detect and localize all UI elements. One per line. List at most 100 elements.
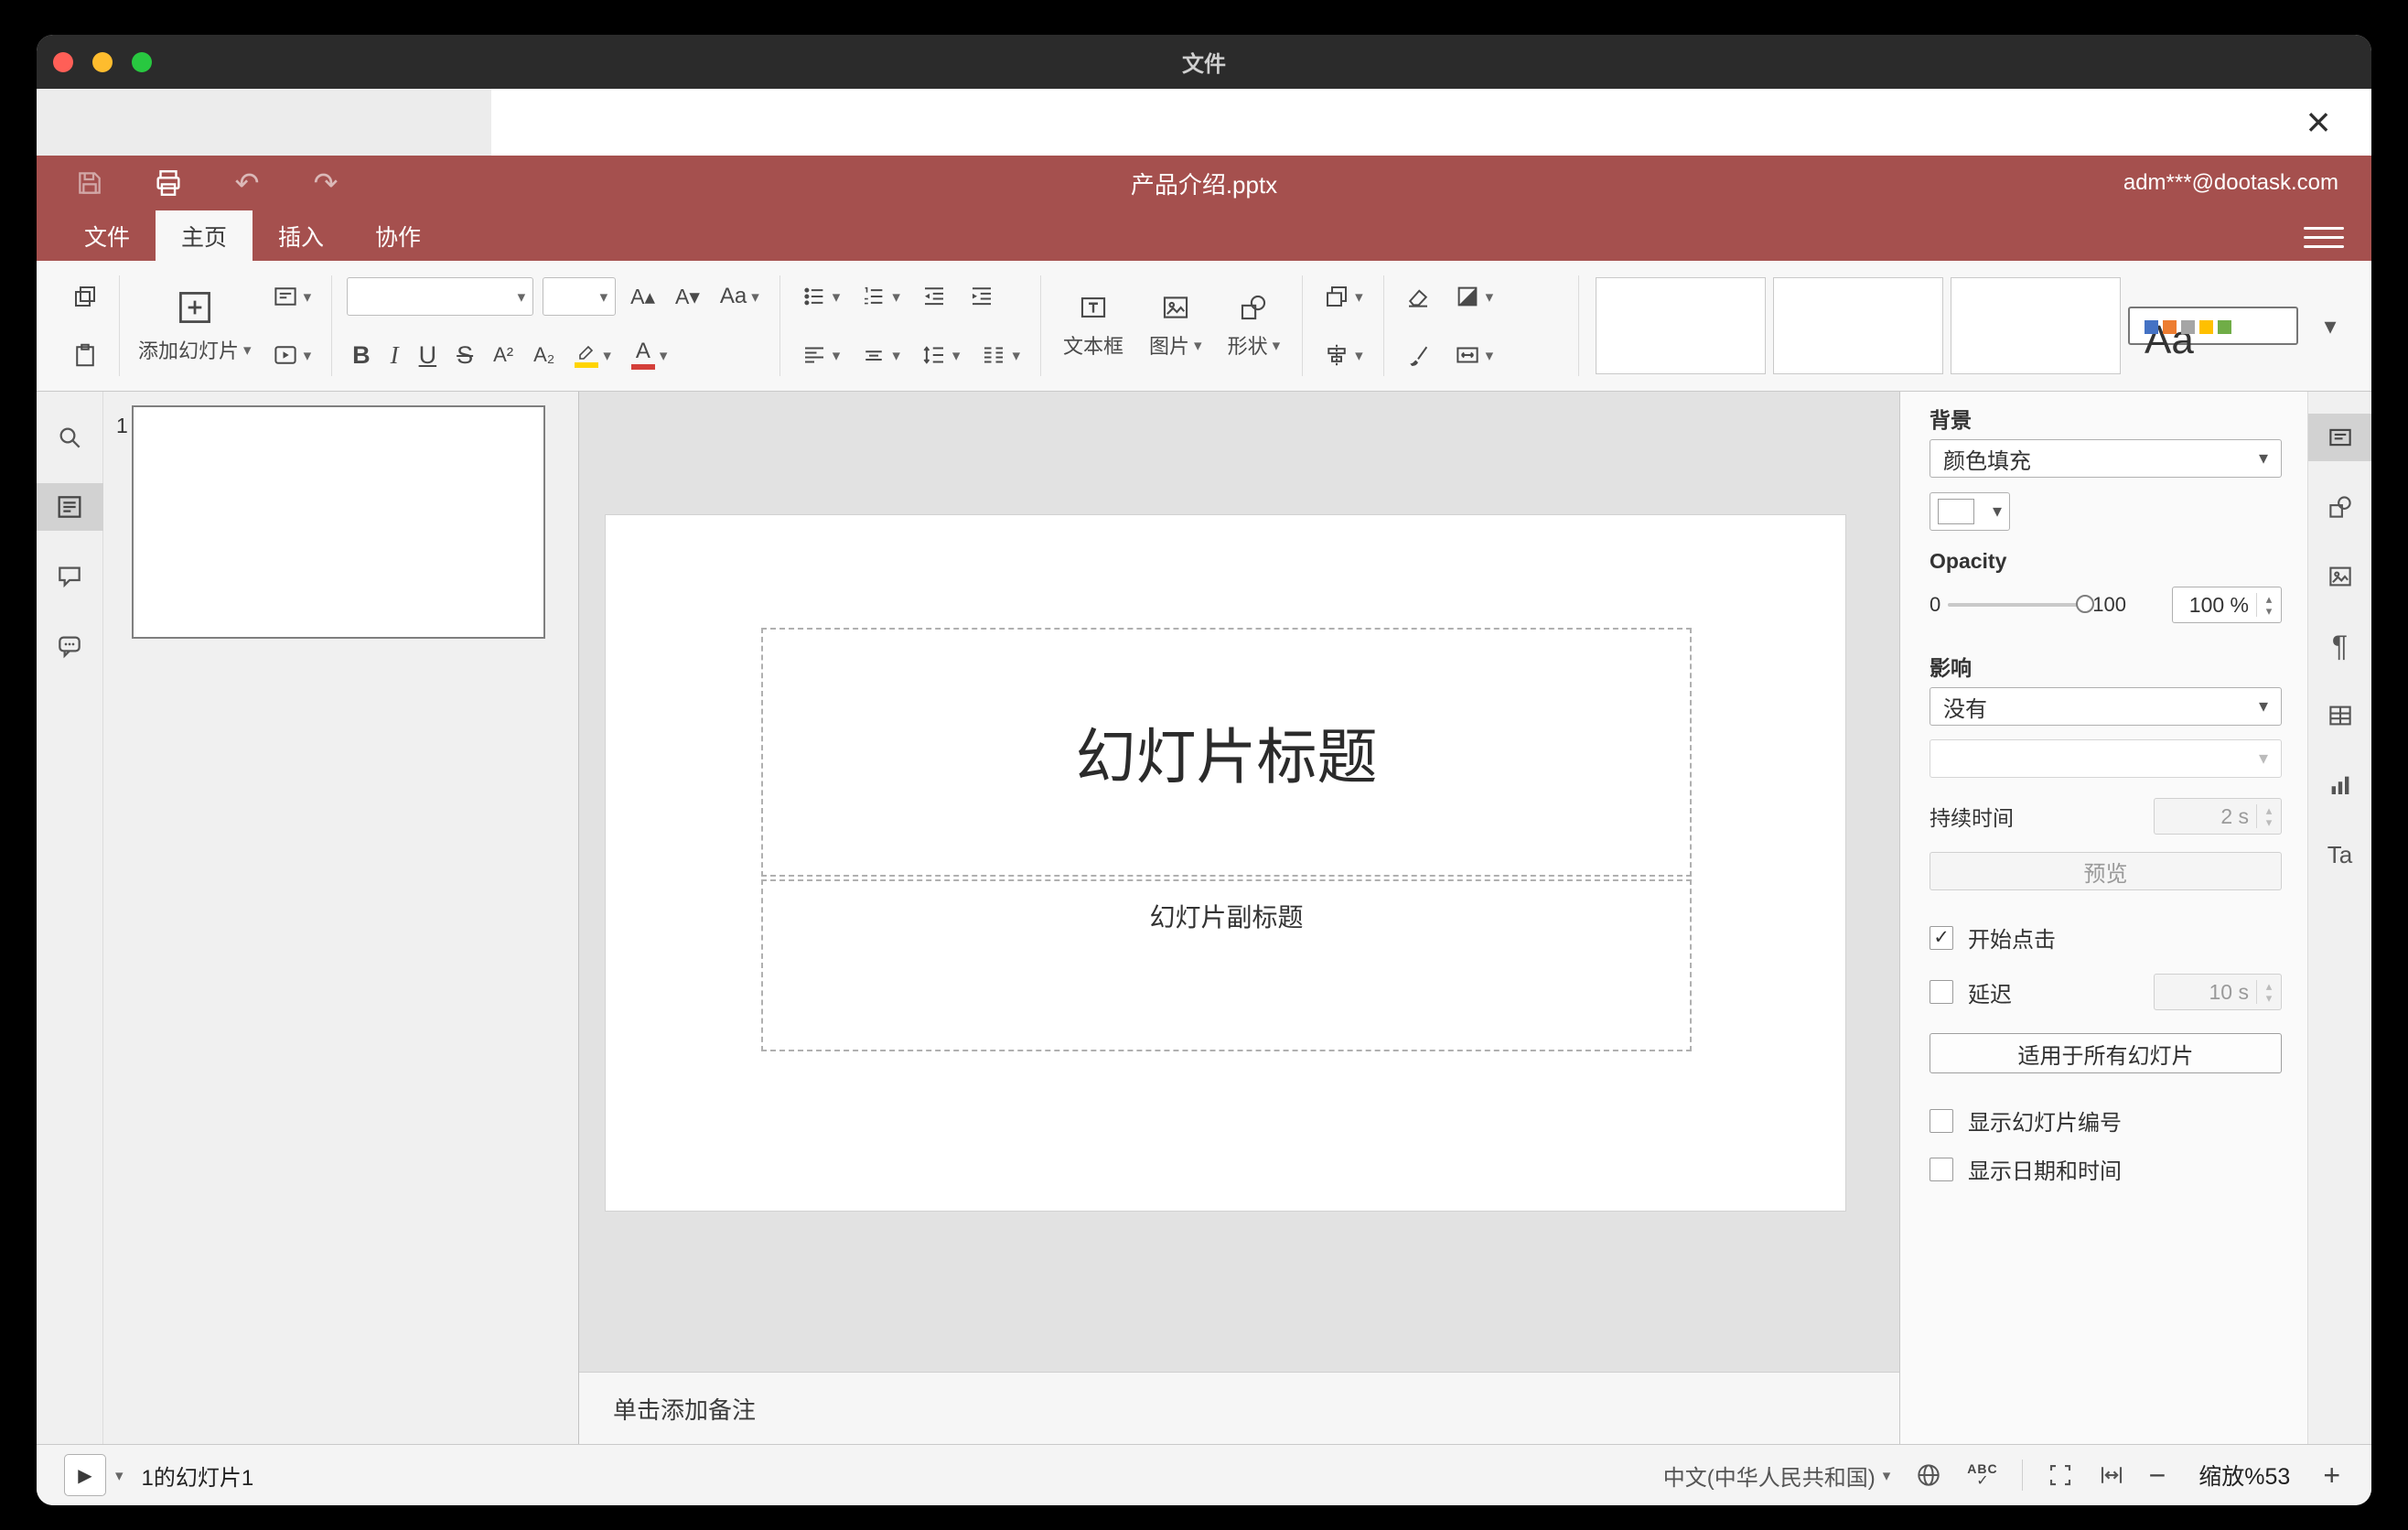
textart-settings-icon[interactable]: Ta (2308, 831, 2372, 878)
fit-to-slide-icon[interactable] (2047, 1461, 2074, 1489)
show-slide-number-checkbox[interactable] (1930, 1108, 1953, 1133)
underline-icon[interactable]: U (414, 339, 443, 372)
paste-icon[interactable] (66, 338, 104, 372)
show-date-time-checkbox[interactable] (1930, 1157, 1953, 1181)
opacity-row: 0 100 100 % ▴ ▾ (1930, 587, 2282, 623)
change-case-icon[interactable]: Aa ▾ (715, 282, 765, 311)
clear-style-icon[interactable] (1399, 279, 1437, 314)
paragraph-group: ▾ ▾ ▾ ▾ ▾ ▾ (790, 261, 1031, 391)
start-preview-icon[interactable]: ▶ (64, 1454, 106, 1496)
opacity-slider[interactable] (1948, 595, 2095, 613)
slides-panel-icon[interactable] (37, 483, 103, 531)
bullet-list-icon[interactable]: ▾ (795, 279, 846, 314)
insert-image-button[interactable]: 图片 ▾ (1136, 261, 1215, 391)
zoom-out-icon[interactable]: − (2149, 1460, 2166, 1490)
insert-textbox-button[interactable]: 文本框 (1050, 261, 1136, 391)
menu-icon[interactable] (2304, 221, 2344, 253)
app-window: 文件 × ↶ ↷ 产品介绍.pptx adm***@dootask.com 文件… (37, 35, 2371, 1505)
slide-layout-icon[interactable]: ▾ (266, 279, 317, 314)
fit-to-width-icon[interactable] (2098, 1461, 2125, 1489)
notes-area[interactable]: 单击添加备注 (579, 1372, 1899, 1444)
document-title: 产品介绍.pptx (1130, 170, 1278, 199)
highlight-color-icon[interactable]: ▾ (569, 339, 617, 372)
font-color-icon[interactable]: A ▾ (626, 337, 673, 373)
slide-editing-area[interactable]: 幻灯片标题 幻灯片副标题 (605, 514, 1846, 1212)
decrease-indent-icon[interactable] (915, 279, 953, 314)
tab-insert[interactable]: 插入 (253, 210, 349, 261)
horizontal-align-icon[interactable]: ▾ (795, 338, 846, 372)
chevron-down-icon: ▾ (1882, 1466, 1891, 1484)
align-shapes-icon[interactable]: ▾ (1317, 338, 1369, 372)
apply-to-all-button[interactable]: 适用于所有幻灯片 (1930, 1033, 2282, 1073)
copy-icon[interactable] (66, 279, 104, 314)
slide-settings-icon[interactable] (2307, 414, 2371, 461)
font-size-combo[interactable]: ▾ (543, 277, 617, 316)
opacity-input[interactable]: 100 % ▴ ▾ (2172, 587, 2282, 623)
start-slideshow-icon[interactable]: ▾ (266, 338, 317, 372)
opacity-slider-knob[interactable] (2076, 595, 2095, 613)
close-icon[interactable]: × (2293, 96, 2344, 147)
show-slide-number-row: 显示幻灯片编号 (1930, 1104, 2282, 1137)
strikethrough-icon[interactable]: S (451, 339, 478, 372)
theme-preview[interactable] (1951, 277, 2121, 374)
bold-icon[interactable]: B (347, 339, 376, 372)
columns-icon[interactable]: ▾ (974, 338, 1026, 372)
slide-title-text[interactable]: 幻灯片标题 (1076, 708, 1378, 796)
effect-select[interactable]: 没有 ▾ (1930, 687, 2282, 726)
font-name-combo[interactable]: ▾ (347, 277, 534, 316)
theme-preview[interactable] (1596, 277, 1766, 374)
feedback-icon[interactable] (37, 622, 103, 670)
title-placeholder[interactable]: 幻灯片标题 (761, 628, 1692, 877)
subtitle-placeholder[interactable]: 幻灯片副标题 (761, 879, 1692, 1051)
increase-font-icon[interactable]: A▴ (625, 283, 661, 311)
chevron-down-icon: ▾ (2258, 696, 2268, 717)
insert-shape-button[interactable]: 形状 ▾ (1215, 261, 1294, 391)
superscript-icon[interactable]: A² (488, 341, 519, 369)
slide-size-icon[interactable]: ▾ (1448, 338, 1500, 372)
decrease-font-icon[interactable]: A▾ (670, 283, 705, 311)
opacity-min: 0 (1930, 593, 1941, 616)
comments-icon[interactable] (37, 553, 103, 600)
shape-settings-icon[interactable] (2308, 483, 2372, 531)
slide-actions-group: ▾ ▾ (261, 261, 323, 391)
tab-collaboration[interactable]: 协作 (349, 210, 446, 261)
slide-subtitle-text[interactable]: 幻灯片副标题 (1149, 898, 1303, 934)
delay-row: 延迟 10 s ▴ ▾ (1930, 974, 2282, 1010)
fill-color-select[interactable]: ▾ (1930, 492, 2010, 531)
italic-icon[interactable]: I (385, 339, 404, 372)
spellcheck-icon[interactable]: ABC ✓ (1967, 1462, 1997, 1489)
start-on-click-checkbox[interactable]: ✓ (1930, 925, 1953, 950)
copy-style-icon[interactable] (1399, 338, 1437, 372)
theme-preview[interactable] (1773, 277, 1943, 374)
theme-preview-selected[interactable]: Aa (2128, 307, 2298, 362)
line-spacing-icon[interactable]: ▾ (915, 338, 966, 372)
effect-variant-select: ▾ (1930, 739, 2282, 778)
tab-home[interactable]: 主页 (156, 210, 253, 261)
fill-type-select[interactable]: 颜色填充 ▾ (1930, 439, 2282, 478)
chevron-down-icon[interactable]: ▾ (115, 1468, 124, 1483)
subscript-icon[interactable]: A₂ (528, 341, 560, 369)
increase-indent-icon[interactable] (962, 279, 1001, 314)
chevron-down-icon: ▾ (243, 340, 252, 359)
language-selector[interactable]: 中文(中华人民共和国) ▾ (1663, 1460, 1891, 1492)
paragraph-settings-icon[interactable]: ¶ (2308, 622, 2372, 670)
add-slide-button[interactable]: 添加幻灯片 ▾ (129, 261, 261, 391)
arrange-shapes-icon[interactable]: ▾ (1317, 279, 1369, 314)
chart-settings-icon[interactable] (2308, 761, 2372, 809)
delay-input: 10 s ▴ ▾ (2154, 974, 2282, 1010)
theme-gallery-expand-icon[interactable]: ▾ (2306, 277, 2355, 374)
background-page-fragment (37, 89, 491, 156)
delay-checkbox[interactable] (1930, 980, 1953, 1004)
vertical-align-icon[interactable]: ▾ (855, 338, 906, 372)
image-settings-icon[interactable] (2308, 553, 2372, 600)
set-language-icon[interactable] (1914, 1460, 1943, 1490)
numbered-list-icon[interactable]: ▾ (855, 279, 906, 314)
tab-file[interactable]: 文件 (59, 210, 156, 261)
zoom-in-icon[interactable]: + (2323, 1460, 2340, 1490)
slide-thumbnail[interactable] (132, 405, 545, 639)
table-settings-icon[interactable] (2308, 692, 2372, 739)
user-email: adm***@dootask.com (2123, 170, 2338, 195)
search-icon[interactable] (37, 414, 103, 461)
fill-color-icon[interactable]: ▾ (1448, 279, 1500, 314)
font-group: ▾ ▾ A▴ A▾ Aa ▾ B I U S A² A₂ ▾ A ▾ (341, 261, 770, 391)
